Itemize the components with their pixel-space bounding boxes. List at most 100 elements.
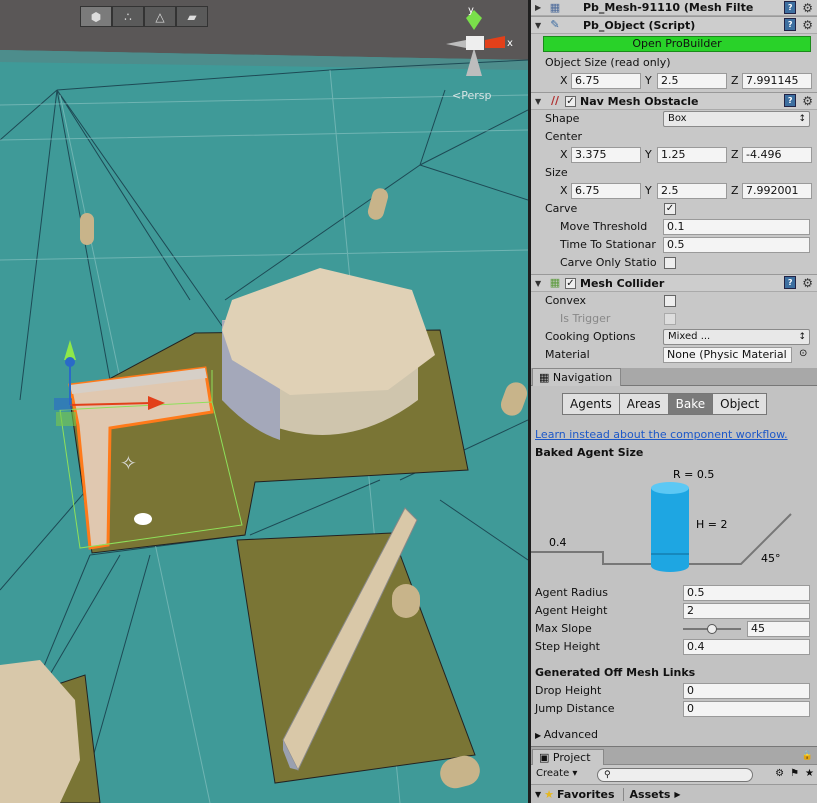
carve-checkbox[interactable]: ✓ (664, 203, 676, 215)
time-to-stationary-label: Time To Stationar (560, 238, 656, 251)
persp-label[interactable]: <Persp (452, 89, 491, 102)
object-size-x-field[interactable]: 6.75 (571, 73, 641, 89)
folder-icon: ▣ (539, 751, 553, 764)
persp-text: Persp (461, 89, 492, 102)
max-slope-row: Max Slope 45 (535, 620, 813, 638)
create-button[interactable]: Create ▾ (536, 768, 577, 779)
nav-mesh-obstacle-header[interactable]: ▼ ∕∕ ✓ Nav Mesh Obstacle ? ⚙ (531, 92, 817, 110)
advanced-foldout[interactable]: ▶ Advanced (535, 728, 598, 741)
slider-thumb[interactable] (707, 624, 717, 634)
object-size-z-field[interactable]: 7.991145 (742, 73, 812, 89)
fold-arrow-icon[interactable]: ▼ (535, 790, 541, 799)
cooking-options-dropdown[interactable]: Mixed ... (663, 329, 810, 345)
fold-arrow-icon[interactable]: ▼ (535, 97, 545, 106)
scene-render[interactable]: ✧ x y (0, 0, 528, 803)
face-tool-button[interactable]: ▰ (176, 6, 208, 27)
center-y-field[interactable]: 1.25 (657, 147, 727, 163)
shape-label: Shape (545, 112, 580, 125)
navmesh-icon: ▦ (539, 371, 553, 384)
probuilder-toolbar: ⬢ ∴ △ ▰ (80, 6, 208, 27)
gear-icon[interactable]: ⚙ (802, 18, 813, 32)
mesh-filter-header[interactable]: ▶ ▦ Pb_Mesh-91110 (Mesh Filte ? ⚙ (531, 0, 817, 16)
favorite-icon[interactable]: ★ (805, 768, 814, 779)
tab-navigation[interactable]: ▦ Navigation (532, 368, 622, 386)
drop-height-label: Drop Height (535, 684, 602, 697)
component-workflow-link[interactable]: Learn instead about the component workfl… (535, 428, 788, 441)
center-z-field[interactable]: -4.496 (742, 147, 812, 163)
project-search-input[interactable]: ⚲ (597, 768, 753, 782)
carve-only-stationary-checkbox[interactable] (664, 257, 676, 269)
max-slope-slider[interactable] (683, 624, 741, 634)
size-y-field[interactable]: 2.5 (657, 183, 727, 199)
open-probuilder-button[interactable]: Open ProBuilder (543, 36, 811, 52)
center-label: Center (545, 130, 583, 143)
tab-project-label: Project (552, 751, 591, 764)
nav-mesh-obstacle-enabled-checkbox[interactable]: ✓ (565, 95, 576, 107)
fold-arrow-icon[interactable]: ▼ (535, 279, 545, 288)
advanced-label: Advanced (543, 728, 599, 741)
agent-radius-field[interactable]: 0.5 (683, 585, 810, 601)
tab-project[interactable]: ▣ Project (532, 749, 604, 765)
gear-icon[interactable]: ⚙ (802, 276, 813, 290)
object-size-y-field[interactable]: 2.5 (657, 73, 727, 89)
help-icon[interactable]: ? (784, 94, 797, 107)
help-icon[interactable]: ? (784, 276, 797, 289)
radius-caption: R = 0.5 (673, 468, 714, 481)
fold-arrow-icon[interactable]: ▶ (535, 3, 545, 12)
convex-checkbox[interactable] (664, 295, 676, 307)
edge-icon: △ (155, 9, 165, 24)
axis-z-label: Z (731, 184, 739, 197)
step-height-field[interactable]: 0.4 (683, 639, 810, 655)
time-to-stationary-field[interactable]: 0.5 (663, 237, 810, 253)
shape-dropdown[interactable]: Box (663, 111, 810, 127)
step-height-row: Step Height 0.4 (535, 638, 813, 656)
tab-agents[interactable]: Agents (562, 393, 620, 415)
material-label: Material (545, 348, 590, 361)
object-picker-icon[interactable]: ⊙ (799, 348, 807, 359)
gear-icon[interactable]: ⚙ (802, 1, 813, 15)
max-slope-label: Max Slope (535, 622, 592, 635)
script-icon: ✎ (550, 18, 560, 31)
tab-bake[interactable]: Bake (667, 393, 714, 415)
center-x-field[interactable]: 3.375 (571, 147, 641, 163)
jump-distance-field[interactable]: 0 (683, 701, 810, 717)
nav-mesh-obstacle-title: Nav Mesh Obstacle (580, 94, 699, 108)
axis-y-label: Y (645, 74, 652, 87)
axis-y-label: Y (645, 148, 652, 161)
agent-height-label: Agent Height (535, 604, 608, 617)
tab-areas[interactable]: Areas (618, 393, 669, 415)
assets-breadcrumb[interactable]: Assets (622, 787, 670, 801)
edge-tool-button[interactable]: △ (144, 6, 176, 27)
material-field[interactable]: None (Physic Material (663, 347, 792, 363)
axis-y-label: Y (645, 184, 652, 197)
cooking-options-label: Cooking Options (545, 330, 636, 343)
help-icon[interactable]: ? (784, 18, 797, 31)
fold-arrow-icon[interactable]: ▼ (535, 21, 545, 30)
max-slope-field[interactable]: 45 (747, 621, 810, 637)
mesh-collider-enabled-checkbox[interactable]: ✓ (565, 277, 576, 289)
filter-type-icon[interactable]: ⚙ (775, 768, 784, 779)
svg-text:y: y (468, 5, 474, 16)
move-threshold-field[interactable]: 0.1 (663, 219, 810, 235)
agent-height-field[interactable]: 2 (683, 603, 810, 619)
tab-object[interactable]: Object (712, 393, 768, 415)
vertex-tool-button[interactable]: ∴ (112, 6, 144, 27)
drop-height-field[interactable]: 0 (683, 683, 810, 699)
gear-icon[interactable]: ⚙ (802, 94, 813, 108)
agent-height-row: Agent Height 2 (535, 602, 813, 620)
cube-tool-button[interactable]: ⬢ (80, 6, 112, 27)
pb-object-header[interactable]: ▼ ✎ Pb_Object (Script) ? ⚙ (531, 16, 817, 34)
step-caption: 0.4 (549, 536, 567, 549)
favorites-label[interactable]: Favorites (557, 788, 614, 801)
help-icon[interactable]: ? (784, 1, 797, 14)
lock-icon[interactable]: 🔒 (802, 751, 813, 761)
label-icon[interactable]: ⚑ (790, 768, 799, 779)
inspector-panel: ▶ ▦ Pb_Mesh-91110 (Mesh Filte ? ⚙ ▼ ✎ Pb_… (531, 0, 817, 370)
agent-size-diagram: R = 0.5 H = 2 0.4 45° (531, 468, 792, 572)
scene-view[interactable]: ✧ x y ⬢ ∴ △ ▰ <Persp (0, 0, 528, 803)
size-x-field[interactable]: 6.75 (571, 183, 641, 199)
size-z-field[interactable]: 7.992001 (742, 183, 812, 199)
mesh-collider-header[interactable]: ▼ ▦ ✓ Mesh Collider ? ⚙ (531, 274, 817, 292)
height-caption: H = 2 (696, 518, 727, 531)
cube-icon: ⬢ (90, 9, 102, 24)
